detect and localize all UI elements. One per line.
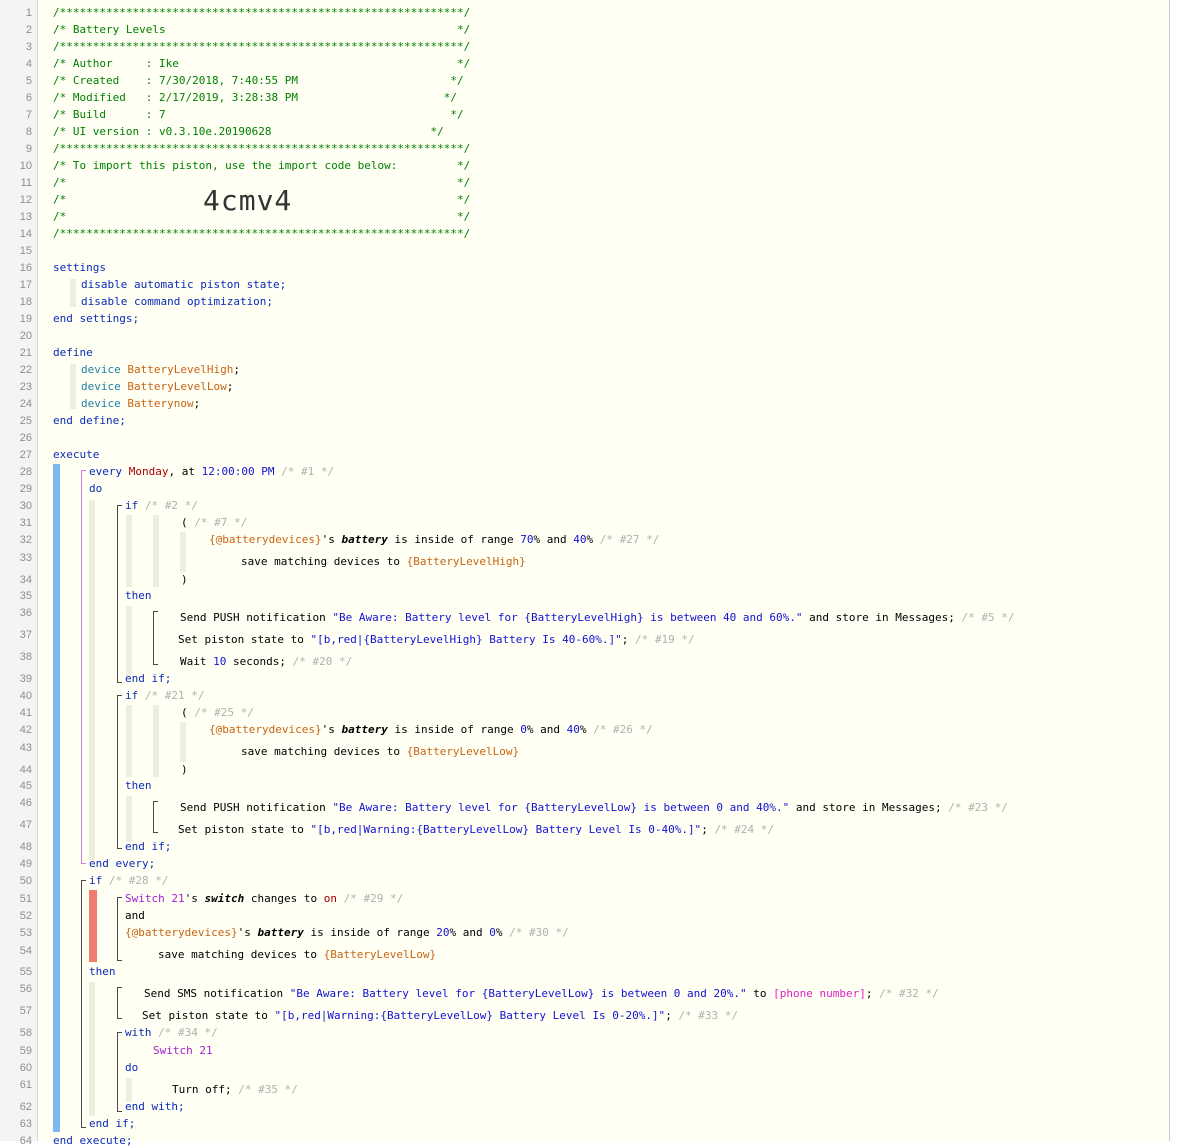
every-purple-line: [81, 470, 86, 864]
header-created: /* Created : 7/30/2018, 7:40:55 PM */: [53, 74, 464, 87]
every-end: end every;: [89, 857, 156, 870]
if-21-statement[interactable]: if /* #21 */: [125, 689, 204, 703]
execute-close: end execute;: [53, 1134, 133, 1147]
condition-26[interactable]: {@batterydevices}'s battery is inside of…: [209, 723, 653, 737]
define-indent-bar: [70, 364, 76, 409]
settings-open: settings: [53, 261, 106, 274]
group-25-open: ( /* #25 */: [181, 706, 254, 719]
condition-27-save: save matching devices to {BatteryLevelHi…: [241, 555, 526, 568]
settings-close: end settings;: [53, 312, 140, 325]
if2-cond-bar1: [126, 515, 132, 587]
if21-cond-bar2: [153, 705, 159, 777]
if-21-then: then: [125, 779, 152, 792]
header-title: /* Battery Levels */: [53, 23, 471, 36]
settings-line-1: disable automatic piston state;: [81, 278, 287, 291]
header-border-1: /***************************************…: [53, 6, 471, 19]
if-28-end: end if;: [89, 1117, 136, 1130]
with-34-statement[interactable]: with /* #34 */: [125, 1026, 218, 1040]
if2-cond-bar2: [153, 515, 159, 587]
with-do: do: [125, 1061, 139, 1074]
if28-bracket: [81, 880, 86, 1128]
then1-bracket: [153, 611, 158, 665]
import-code[interactable]: 4cmv4: [203, 186, 292, 216]
condition-26-save: save matching devices to {BatteryLevelLo…: [241, 745, 520, 758]
define-open: define: [53, 346, 93, 359]
then2-bracket: [153, 801, 158, 833]
set-state-19[interactable]: Set piston state to "[b,red|{BatteryLeve…: [178, 633, 695, 647]
with-device: Switch 21: [153, 1044, 213, 1057]
if2-cond-bar3: [180, 532, 186, 572]
execute-block-bar: [53, 464, 60, 1132]
if-2-end: end if;: [125, 672, 172, 685]
define-close: end define;: [53, 414, 126, 427]
header-border-4: /***************************************…: [53, 227, 471, 240]
sms-notification-32[interactable]: Send SMS notification "Be Aware: Battery…: [144, 987, 939, 1001]
every-inner-bar: [89, 500, 95, 860]
condition-30[interactable]: {@batterydevices}'s battery is inside of…: [125, 926, 569, 940]
header-border-2: /***************************************…: [53, 40, 471, 53]
condition-30-save: save matching devices to {BatteryLevelLo…: [158, 948, 437, 961]
set-state-33[interactable]: Set piston state to "[b,red|Warning:{Bat…: [142, 1009, 738, 1023]
execute-open: execute: [53, 448, 100, 461]
if21-cond-bar3: [180, 722, 186, 762]
header-author: /* Author : Ike */: [53, 57, 471, 70]
if28-red-bar: [89, 890, 97, 962]
if28-cond-bracket: [117, 897, 122, 961]
header-import-text: /* To import this piston, use the import…: [53, 159, 471, 172]
code-editor: 1 2 3 4 5 6 7 8 9 10 11 12 13 14 15 16 17 18 19 20 21 22 23 24 2…: [0, 0, 1170, 1147]
with-bracket: [117, 1032, 122, 1112]
if21-then-bar: [126, 796, 132, 842]
if21-bracket: [117, 695, 122, 849]
settings-indent-bar: [70, 279, 76, 307]
if-28-statement[interactable]: if /* #28 */: [89, 874, 168, 888]
if28-then-bar: [89, 982, 95, 1116]
settings-line-2: disable command optimization;: [81, 295, 274, 308]
push-notification-5[interactable]: Send PUSH notification "Be Aware: Batter…: [180, 611, 1014, 625]
if-21-end: end if;: [125, 840, 172, 853]
set-state-24[interactable]: Set piston state to "[b,red|Warning:{Bat…: [178, 823, 774, 837]
condition-and: and: [125, 909, 145, 922]
group-7-open: ( /* #7 */: [181, 516, 248, 529]
if-28-then: then: [89, 965, 116, 978]
if2-then-bar: [126, 606, 132, 676]
condition-29[interactable]: Switch 21's switch changes to on /* #29 …: [125, 892, 403, 906]
if21-cond-bar1: [126, 705, 132, 777]
define-device-2: device BatteryLevelLow;: [81, 380, 234, 393]
then3-bracket: [117, 987, 122, 1019]
every-do: do: [89, 482, 103, 495]
header-modified: /* Modified : 2/17/2019, 3:28:38 PM */: [53, 91, 457, 104]
push-notification-23[interactable]: Send PUSH notification "Be Aware: Batter…: [180, 801, 1008, 815]
group-25-close: ): [181, 763, 188, 776]
define-device-3: device Batterynow;: [81, 397, 201, 410]
code-area: /***************************************…: [0, 0, 1170, 1147]
header-build: /* Build : 7 */: [53, 108, 464, 121]
if2-bracket: [117, 505, 122, 683]
condition-27[interactable]: {@batterydevices}'s battery is inside of…: [209, 533, 659, 547]
if-2-then: then: [125, 589, 152, 602]
header-ui-version: /* UI version : v0.3.10e.20190628 */: [53, 125, 444, 138]
wait-20[interactable]: Wait 10 seconds; /* #20 */: [180, 655, 352, 669]
if-2-statement[interactable]: if /* #2 */: [125, 499, 198, 513]
define-device-1: device BatteryLevelHigh;: [81, 363, 240, 376]
with-do-bar: [126, 1078, 132, 1102]
turn-off-35[interactable]: Turn off; /* #35 */: [172, 1083, 298, 1097]
header-border-3: /***************************************…: [53, 142, 471, 155]
group-7-close: ): [181, 573, 188, 586]
with-end: end with;: [125, 1100, 185, 1113]
every-statement[interactable]: every Monday, at 12:00:00 PM /* #1 */: [89, 465, 334, 479]
